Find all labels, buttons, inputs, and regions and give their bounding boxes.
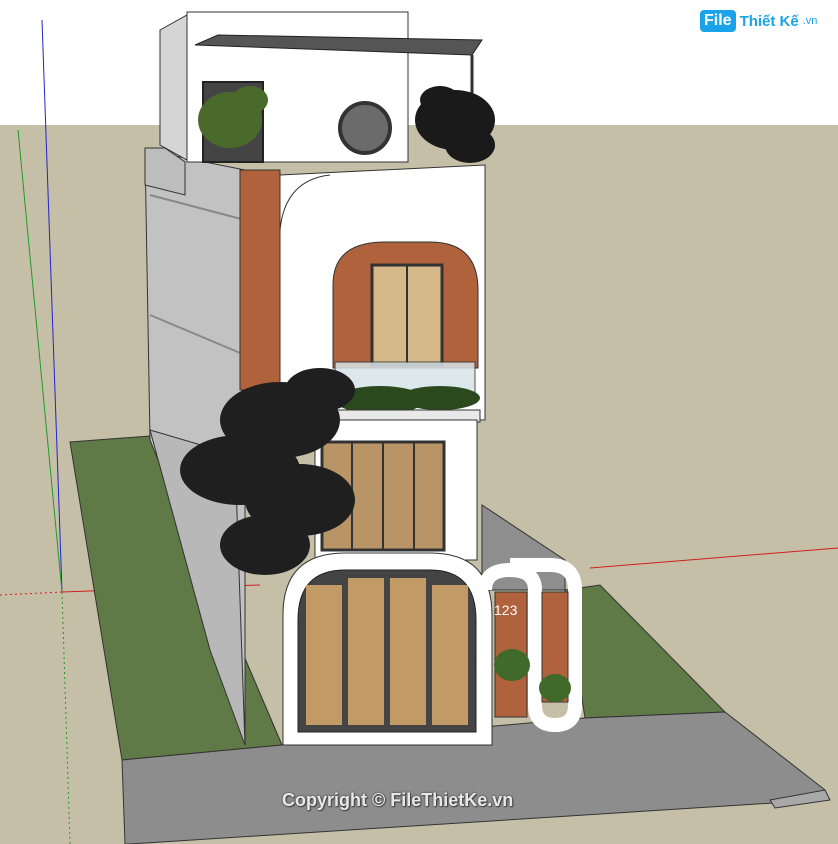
logo-brand-suffix: .vn	[802, 15, 818, 27]
sketchup-viewport[interactable]: 123 File Thiết Kế .vn Copyright © FileTh…	[0, 0, 838, 844]
rooftop-box-side	[159, 14, 188, 161]
3d-model-scene[interactable]: 123	[0, 0, 838, 844]
logo-brand-box: File	[700, 10, 736, 32]
facade-left-column	[239, 169, 281, 391]
copyright-watermark: Copyright © FileThietKe.vn	[282, 790, 514, 810]
site-logo[interactable]: File Thiết Kế .vn	[700, 10, 817, 32]
round-window	[338, 101, 392, 155]
logo-brand-text: Thiết Kế	[739, 12, 799, 30]
house-number: 123	[494, 602, 518, 618]
